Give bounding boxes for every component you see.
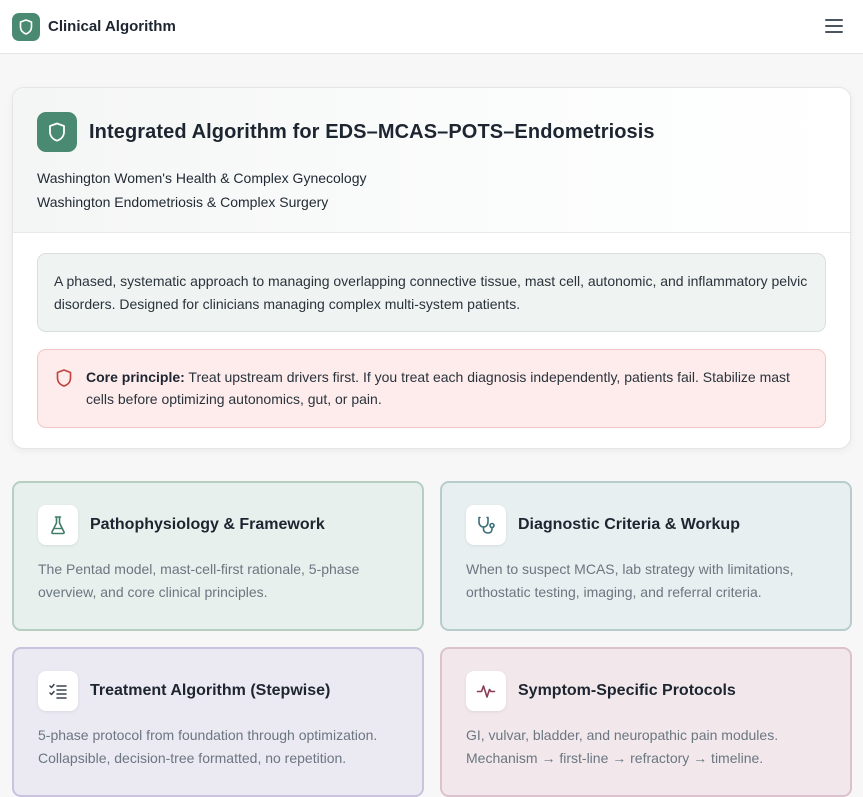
core-principle-callout: Core principle: Treat upstream drivers f… <box>37 349 826 428</box>
menu-icon[interactable] <box>825 17 843 35</box>
card-treatment[interactable]: Treatment Algorithm (Stepwise) 5-phase p… <box>12 647 424 797</box>
card-title: Diagnostic Criteria & Workup <box>518 516 740 533</box>
card-symptom-protocols[interactable]: Symptom-Specific Protocols GI, vulvar, b… <box>440 647 852 797</box>
hero-card: Integrated Algorithm for EDS–MCAS–POTS–E… <box>12 87 851 449</box>
card-description: When to suspect MCAS, lab strategy with … <box>466 561 794 600</box>
card-title: Pathophysiology & Framework <box>90 516 325 533</box>
card-description: GI, vulvar, bladder, and neuropathic pai… <box>466 727 779 766</box>
intro-description: A phased, systematic approach to managin… <box>37 253 826 332</box>
shield-alert-icon <box>56 369 72 387</box>
page-title: Integrated Algorithm for EDS–MCAS–POTS–E… <box>89 120 655 143</box>
pulse-icon <box>466 671 506 711</box>
shield-icon[interactable] <box>12 12 40 41</box>
subtitle-line-1: Washington Women's Health & Complex Gyne… <box>37 170 367 186</box>
card-pathophysiology[interactable]: Pathophysiology & Framework The Pentad m… <box>12 481 424 631</box>
flask-icon <box>38 505 78 545</box>
app-title[interactable]: Clinical Algorithm <box>48 18 176 35</box>
shield-icon <box>37 112 77 152</box>
checklist-icon <box>38 671 78 711</box>
card-diagnostic[interactable]: Diagnostic Criteria & Workup When to sus… <box>440 481 852 631</box>
card-title: Symptom-Specific Protocols <box>518 682 736 699</box>
stethoscope-icon <box>466 505 506 545</box>
top-bar: Clinical Algorithm <box>0 0 863 54</box>
core-principle-label: Core principle: <box>86 369 185 385</box>
subtitle-line-2: Washington Endometriosis & Complex Surge… <box>37 194 329 210</box>
card-title: Treatment Algorithm (Stepwise) <box>90 682 331 699</box>
hero-header: Integrated Algorithm for EDS–MCAS–POTS–E… <box>13 88 850 233</box>
card-description: 5-phase protocol from foundation through… <box>38 727 378 766</box>
card-description: The Pentad model, mast-cell-first ration… <box>38 561 360 600</box>
core-principle-text: Treat upstream drivers first. If you tre… <box>86 369 790 407</box>
